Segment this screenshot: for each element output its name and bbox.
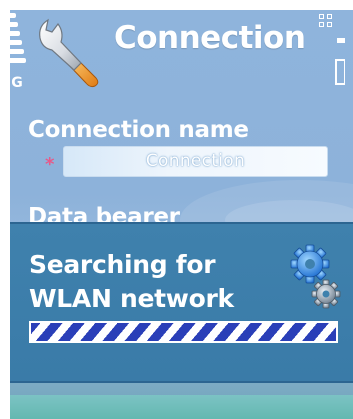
wait-progress-bar: [29, 321, 338, 343]
battery-icon: [335, 38, 345, 85]
signal-strength-icon: [0, 0, 30, 70]
softkey-bar: [10, 395, 353, 419]
wait-dialog: Searching for WLAN network: [10, 222, 353, 383]
wait-dialog-message: Searching for WLAN network: [29, 250, 234, 313]
gears-icon: [290, 244, 341, 309]
mandatory-marker: *: [45, 154, 55, 175]
progress-bar-fill: [31, 323, 336, 341]
connection-name-field[interactable]: Connection: [63, 146, 328, 177]
app-grid-icon[interactable]: [319, 14, 333, 28]
network-type-label: 3G: [1, 75, 24, 91]
connection-name-value: Connection: [145, 151, 246, 171]
page-title: Connection: [114, 20, 306, 56]
connection-name-label: Connection name: [28, 117, 249, 143]
wrench-icon: [39, 18, 99, 88]
